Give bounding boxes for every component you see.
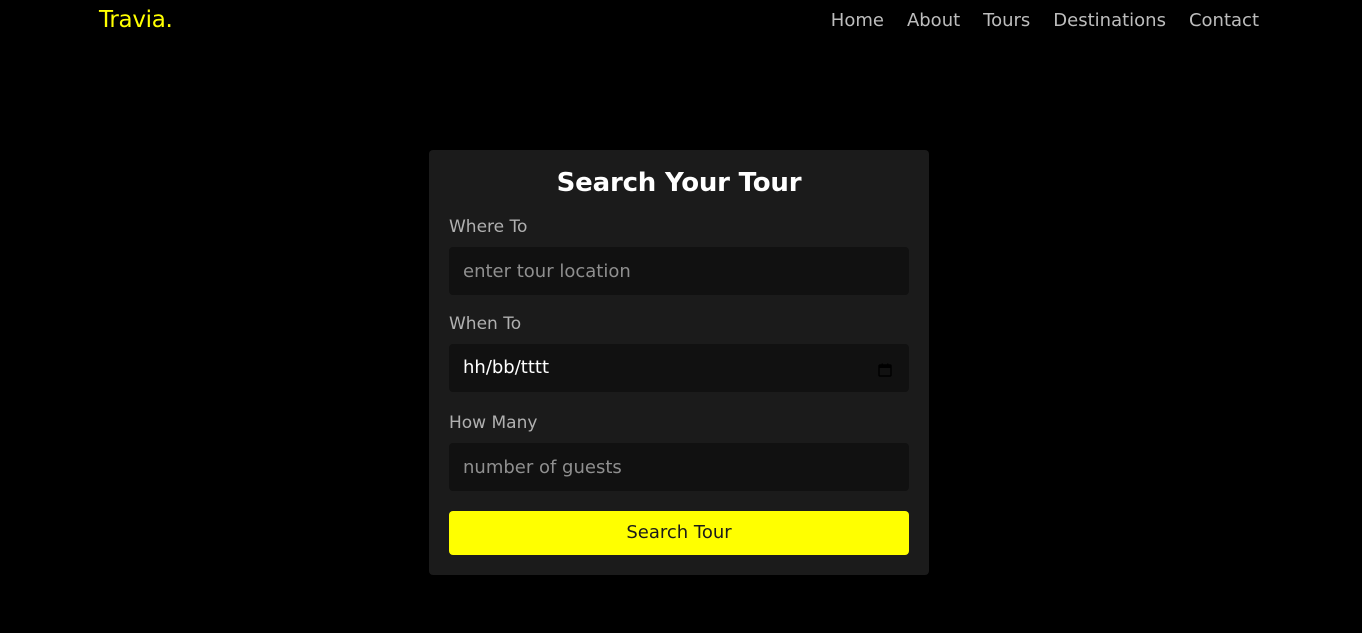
search-tour-card: Search Your Tour Where To When To hh/bb/… (429, 150, 929, 575)
site-header: Travia. Home About Tours Destinations Co… (0, 0, 1362, 42)
how-many-label: How Many (449, 413, 538, 433)
when-to-label: When To (449, 314, 522, 334)
date-value: hh/bb/tttt (463, 357, 550, 378)
nav-link-about[interactable]: About (907, 10, 960, 32)
where-to-label: Where To (449, 217, 528, 237)
tour-location-input[interactable] (449, 247, 909, 295)
search-tour-title: Search Your Tour (556, 168, 802, 198)
nav-link-contact[interactable]: Contact (1189, 10, 1259, 32)
main-nav: Home About Tours Destinations Contact (831, 10, 1259, 32)
nav-link-tours[interactable]: Tours (983, 10, 1030, 32)
tour-date-input[interactable]: hh/bb/tttt (449, 344, 909, 392)
calendar-icon[interactable] (878, 361, 892, 377)
nav-link-destinations[interactable]: Destinations (1053, 10, 1166, 32)
site-logo[interactable]: Travia. (99, 6, 173, 34)
search-tour-button[interactable]: Search Tour (449, 511, 909, 555)
nav-link-home[interactable]: Home (831, 10, 884, 32)
guests-input[interactable] (449, 443, 909, 491)
